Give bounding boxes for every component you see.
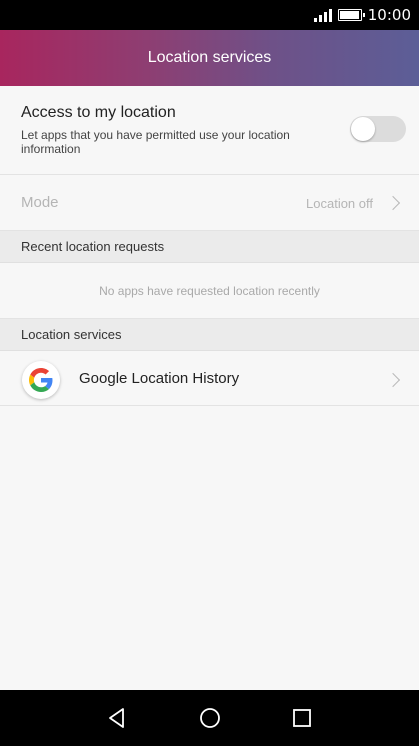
status-bar: 10:00: [0, 0, 419, 30]
app-bar: Location services: [0, 30, 419, 86]
page-title: Location services: [147, 49, 272, 66]
recent-requests-header: Recent location requests: [0, 231, 419, 263]
list-item-google-location-history[interactable]: Google Location History: [0, 351, 419, 406]
recents-icon[interactable]: [290, 706, 314, 730]
service-label: Google Location History: [79, 370, 240, 387]
battery-icon: [337, 9, 365, 21]
recent-requests-empty: No apps have requested location recently: [0, 263, 419, 319]
mode-label: Mode: [21, 194, 59, 211]
mode-value: Location off: [306, 196, 373, 211]
chevron-right-icon: [385, 195, 401, 211]
chevron-right-icon: [385, 372, 401, 388]
signal-icon: [313, 8, 332, 22]
empty-state-text: No apps have requested location recently: [99, 284, 320, 298]
status-time: 10:00: [367, 6, 411, 24]
access-location-toggle[interactable]: [350, 116, 406, 142]
home-icon[interactable]: [198, 706, 222, 730]
toggle-knob: [351, 117, 375, 141]
location-services-header: Location services: [0, 319, 419, 351]
recent-requests-header-label: Recent location requests: [21, 239, 165, 254]
location-services-header-label: Location services: [21, 327, 122, 342]
google-icon: [22, 361, 60, 399]
access-my-location-title: Access to my location: [21, 104, 176, 121]
access-my-location-description: Let apps that you have permitted use you…: [21, 128, 290, 156]
back-icon[interactable]: [105, 706, 129, 730]
settings-content: Access to my location Let apps that you …: [0, 86, 419, 690]
navigation-bar: [0, 690, 419, 746]
mode-row[interactable]: Mode Location off: [0, 175, 419, 231]
access-my-location-row[interactable]: Access to my location Let apps that you …: [0, 86, 419, 175]
status-icons: 10:00: [313, 6, 411, 24]
